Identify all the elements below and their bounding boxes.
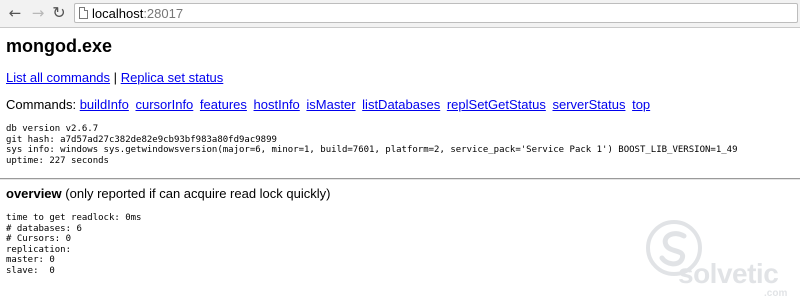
command-link-cursorinfo[interactable]: cursorInfo — [135, 97, 193, 112]
watermark-suffix: .com — [764, 288, 788, 299]
command-link-ismaster[interactable]: isMaster — [306, 97, 355, 112]
replica-set-status-link[interactable]: Replica set status — [121, 70, 224, 85]
url-text[interactable]: localhost:28017 — [92, 5, 183, 22]
solvetic-watermark: solvetic .com — [646, 214, 800, 303]
cursors-line: # Cursors: 0 — [6, 234, 72, 244]
slave-line: slave: 0 — [6, 265, 55, 276]
section-divider — [0, 178, 800, 180]
page-icon — [79, 7, 88, 19]
arrow-right-icon: → — [31, 3, 45, 22]
url-port: :28017 — [143, 6, 184, 21]
sys-info-line: sys info: windows sys.getwindowsversion(… — [6, 145, 738, 155]
back-button[interactable]: ← — [6, 4, 24, 22]
uptime-line: uptime: 227 seconds — [6, 155, 109, 166]
top-links: List all commands | Replica set status — [6, 69, 223, 86]
url-host: localhost — [92, 6, 144, 21]
list-all-commands-link[interactable]: List all commands — [6, 70, 110, 85]
overview-title: overview — [6, 186, 62, 201]
server-info-block: db version v2.6.7 git hash: a7d57ad27c38… — [6, 124, 738, 166]
link-separator: | — [113, 70, 118, 85]
replication-line: replication: — [6, 244, 72, 255]
reload-icon: ↻ — [52, 3, 66, 22]
forward-button[interactable]: → — [29, 4, 47, 22]
address-bar[interactable]: localhost:28017 — [74, 3, 798, 23]
command-link-buildinfo[interactable]: buildInfo — [80, 97, 129, 112]
overview-stats-block: time to get readlock: 0ms # databases: 6… — [6, 213, 141, 276]
arrow-left-icon: ← — [8, 3, 22, 22]
command-link-hostinfo[interactable]: hostInfo — [254, 97, 300, 112]
page-title: mongod.exe — [6, 36, 113, 56]
overview-heading: overview (only reported if can acquire r… — [6, 185, 330, 202]
command-link-listdatabases[interactable]: listDatabases — [362, 97, 440, 112]
command-link-features[interactable]: features — [200, 97, 247, 112]
reload-button[interactable]: ↻ — [50, 4, 68, 22]
master-line: master: 0 — [6, 255, 55, 265]
command-link-replsetgetstatus[interactable]: replSetGetStatus — [447, 97, 546, 112]
watermark-brand: solvetic — [678, 258, 779, 289]
commands-label: Commands: — [6, 97, 77, 112]
databases-line: # databases: 6 — [6, 223, 82, 234]
readlock-line: time to get readlock: 0ms — [6, 213, 142, 223]
browser-toolbar: ← → ↻ localhost:28017 — [0, 0, 800, 28]
db-version-line: db version v2.6.7 — [6, 124, 99, 134]
overview-note: (only reported if can acquire read lock … — [65, 186, 331, 201]
commands-row: Commands: buildInfo cursorInfo features … — [6, 96, 653, 113]
git-hash-line: git hash: a7d57ad27c382de82e9cb93bf983a8… — [6, 134, 277, 145]
command-link-serverstatus[interactable]: serverStatus — [552, 97, 625, 112]
command-link-top[interactable]: top — [632, 97, 650, 112]
